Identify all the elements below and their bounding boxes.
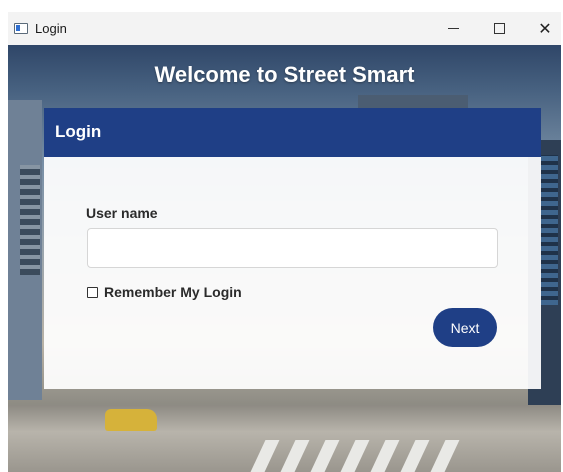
- remember-login-label[interactable]: Remember My Login: [104, 284, 242, 300]
- login-panel-header: Login: [44, 108, 541, 157]
- close-icon: ✕: [538, 20, 552, 38]
- close-button[interactable]: ✕: [522, 12, 561, 45]
- username-label: User name: [86, 205, 158, 221]
- minimize-icon: [447, 27, 459, 30]
- maximize-button[interactable]: [476, 12, 522, 45]
- next-button[interactable]: Next: [433, 308, 497, 347]
- maximize-icon: [493, 23, 505, 34]
- username-input[interactable]: [87, 228, 498, 268]
- app-window-icon: [14, 23, 28, 34]
- remember-login-checkbox[interactable]: [87, 286, 98, 298]
- window-title: Login: [35, 21, 67, 36]
- background-taxi: [105, 409, 157, 431]
- remember-login[interactable]: Remember My Login: [87, 284, 242, 300]
- title-bar[interactable]: Login ✕: [8, 12, 561, 45]
- login-panel: Login User name Remember My Login Next: [44, 108, 541, 389]
- background-building: [540, 155, 558, 305]
- welcome-heading: Welcome to Street Smart: [154, 62, 415, 87]
- login-panel-title: Login: [55, 122, 102, 141]
- background-building: [20, 165, 40, 275]
- login-window: Login ✕ Welcome to Street Smart Login Us…: [8, 12, 561, 472]
- window-content: Welcome to Street Smart Login User name …: [8, 45, 561, 472]
- minimize-button[interactable]: [430, 12, 476, 45]
